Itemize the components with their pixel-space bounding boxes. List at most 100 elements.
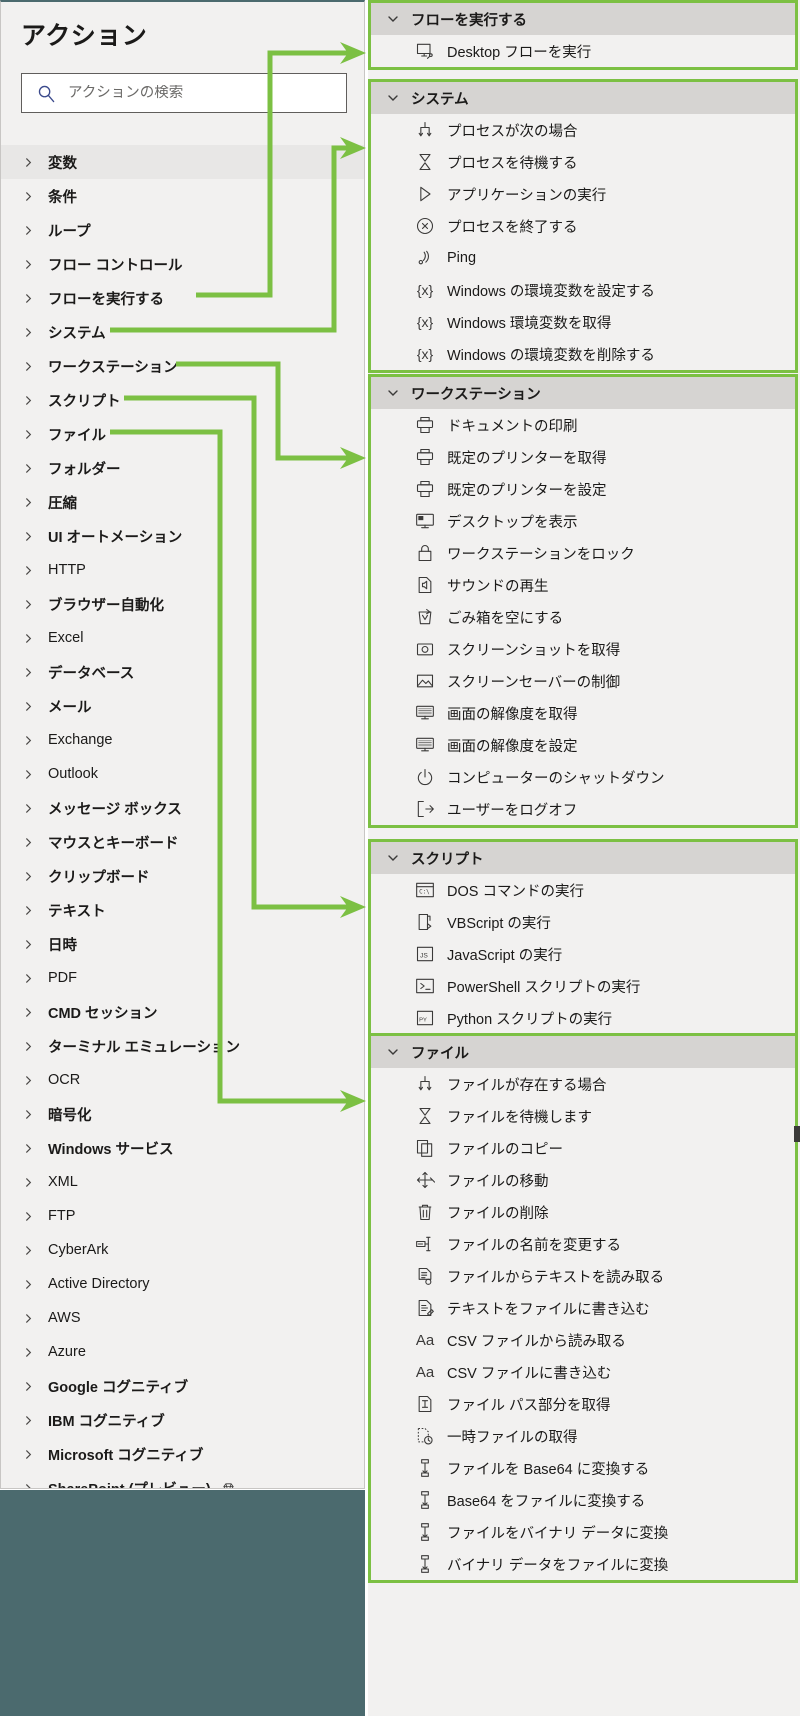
sidebar-item-29[interactable]: Windows サービス (1, 1131, 364, 1165)
sidebar-item-37[interactable]: IBM コグニティブ (1, 1403, 364, 1437)
sidebar-item-39[interactable]: SharePoint (プレビュー) (1, 1471, 364, 1488)
sidebar-item-34[interactable]: AWS (1, 1301, 364, 1335)
sidebar-item-label: ブラウザー自動化 (48, 597, 164, 614)
action-item[interactable]: ファイルを Base64 に変換する (371, 1452, 795, 1484)
action-item[interactable]: Ping (371, 242, 795, 274)
sidebar-item-12[interactable]: HTTP (1, 553, 364, 587)
sidebar-item-35[interactable]: Azure (1, 1335, 364, 1369)
sidebar-item-23[interactable]: 日時 (1, 927, 364, 961)
action-item[interactable]: ワークステーションをロック (371, 537, 795, 569)
sidebar-item-26[interactable]: ターミナル エミュレーション (1, 1029, 364, 1063)
action-item[interactable]: {x} Windows の環境変数を設定する (371, 274, 795, 306)
sidebar-item-19[interactable]: メッセージ ボックス (1, 791, 364, 825)
sidebar-item-18[interactable]: Outlook (1, 757, 364, 791)
sidebar-item-20[interactable]: マウスとキーボード (1, 825, 364, 859)
sidebar-item-4[interactable]: フローを実行する (1, 281, 364, 315)
sidebar-item-25[interactable]: CMD セッション (1, 995, 364, 1029)
group-header-1[interactable]: システム (371, 82, 795, 114)
action-item[interactable]: ファイルの名前を変更する (371, 1228, 795, 1260)
js-icon: JS (416, 946, 434, 962)
search-box[interactable] (21, 73, 347, 113)
action-item[interactable]: プロセスを待機する (371, 146, 795, 178)
group-header-0[interactable]: フローを実行する (371, 3, 795, 35)
action-item[interactable]: 既定のプリンターを取得 (371, 441, 795, 473)
sidebar-item-30[interactable]: XML (1, 1165, 364, 1199)
action-item[interactable]: JS JavaScript の実行 (371, 938, 795, 970)
sidebar-item-9[interactable]: フォルダー (1, 451, 364, 485)
action-item[interactable]: Desktop フローを実行 (371, 35, 795, 67)
sidebar-item-6[interactable]: ワークステーション (1, 349, 364, 383)
panel-scrollbar[interactable] (794, 1126, 800, 1142)
sidebar-item-10[interactable]: 圧縮 (1, 485, 364, 519)
action-item[interactable]: ファイルのコピー (371, 1132, 795, 1164)
action-item[interactable]: {x} Windows の環境変数を削除する (371, 338, 795, 370)
action-item[interactable]: Aa CSV ファイルに書き込む (371, 1356, 795, 1388)
sidebar-item-22[interactable]: テキスト (1, 893, 364, 927)
chevron-right-icon (26, 769, 32, 779)
sidebar-item-15[interactable]: データベース (1, 655, 364, 689)
sidebar-item-7[interactable]: スクリプト (1, 383, 364, 417)
action-item[interactable]: ファイルの移動 (371, 1164, 795, 1196)
action-item[interactable]: PY Python スクリプトの実行 (371, 1002, 795, 1034)
sidebar-item-14[interactable]: Excel (1, 621, 364, 655)
svg-text:PY: PY (419, 1017, 427, 1023)
action-item[interactable]: テキストをファイルに書き込む (371, 1292, 795, 1324)
action-item[interactable]: ドキュメントの印刷 (371, 409, 795, 441)
sidebar-item-21[interactable]: クリップボード (1, 859, 364, 893)
sidebar-item-31[interactable]: FTP (1, 1199, 364, 1233)
action-item[interactable]: プロセスが次の場合 (371, 114, 795, 146)
group-header-3[interactable]: スクリプト (371, 842, 795, 874)
action-item[interactable]: ファイルをバイナリ データに変換 (371, 1516, 795, 1548)
sidebar-item-8[interactable]: ファイル (1, 417, 364, 451)
sidebar-item-2[interactable]: ループ (1, 213, 364, 247)
search-input[interactable] (68, 85, 318, 101)
action-item[interactable]: アプリケーションの実行 (371, 178, 795, 210)
sidebar-item-3[interactable]: フロー コントロール (1, 247, 364, 281)
action-item[interactable]: 一時ファイルの取得 (371, 1420, 795, 1452)
action-item[interactable]: 既定のプリンターを設定 (371, 473, 795, 505)
sidebar-item-0[interactable]: 変数 (1, 145, 364, 179)
action-item[interactable]: C:\ DOS コマンドの実行 (371, 874, 795, 906)
sidebar-item-28[interactable]: 暗号化 (1, 1097, 364, 1131)
action-label: DOS コマンドの実行 (447, 883, 584, 900)
action-item[interactable]: ファイルが存在する場合 (371, 1068, 795, 1100)
action-item[interactable]: 画面の解像度を取得 (371, 697, 795, 729)
action-item[interactable]: ファイル パス部分を取得 (371, 1388, 795, 1420)
sidebar-item-38[interactable]: Microsoft コグニティブ (1, 1437, 364, 1471)
sidebar-item-17[interactable]: Exchange (1, 723, 364, 757)
action-item[interactable]: ユーザーをログオフ (371, 793, 795, 825)
action-item[interactable]: プロセスを終了する (371, 210, 795, 242)
action-item[interactable]: バイナリ データをファイルに変換 (371, 1548, 795, 1580)
sidebar-item-24[interactable]: PDF (1, 961, 364, 995)
action-item[interactable]: スクリーンセーバーの制御 (371, 665, 795, 697)
group-header-2[interactable]: ワークステーション (371, 377, 795, 409)
action-label: テキストをファイルに書き込む (447, 1301, 650, 1318)
sidebar-item-32[interactable]: CyberArk (1, 1233, 364, 1267)
action-item[interactable]: ファイルを待機します (371, 1100, 795, 1132)
chevron-right-icon (26, 803, 32, 813)
action-item[interactable]: コンピューターのシャットダウン (371, 761, 795, 793)
sidebar-item-16[interactable]: メール (1, 689, 364, 723)
sidebar-item-13[interactable]: ブラウザー自動化 (1, 587, 364, 621)
action-item[interactable]: ファイルからテキストを読み取る (371, 1260, 795, 1292)
sidebar-item-33[interactable]: Active Directory (1, 1267, 364, 1301)
action-item[interactable]: サウンドの再生 (371, 569, 795, 601)
sidebar-item-1[interactable]: 条件 (1, 179, 364, 213)
action-item[interactable]: Aa CSV ファイルから読み取る (371, 1324, 795, 1356)
action-item[interactable]: スクリーンショットを取得 (371, 633, 795, 665)
action-item[interactable]: Base64 をファイルに変換する (371, 1484, 795, 1516)
action-item[interactable]: {x} Windows 環境変数を取得 (371, 306, 795, 338)
action-item[interactable]: 画面の解像度を設定 (371, 729, 795, 761)
chevron-right-icon (26, 1313, 32, 1323)
action-item[interactable]: VBScript の実行 (371, 906, 795, 938)
sidebar-item-5[interactable]: システム (1, 315, 364, 349)
sidebar-item-36[interactable]: Google コグニティブ (1, 1369, 364, 1403)
action-item[interactable]: ごみ箱を空にする (371, 601, 795, 633)
action-item[interactable]: デスクトップを表示 (371, 505, 795, 537)
sidebar-item-27[interactable]: OCR (1, 1063, 364, 1097)
group-header-4[interactable]: ファイル (371, 1036, 795, 1068)
action-item[interactable]: ファイルの削除 (371, 1196, 795, 1228)
action-item[interactable]: PowerShell スクリプトの実行 (371, 970, 795, 1002)
sidebar-item-11[interactable]: UI オートメーション (1, 519, 364, 553)
sidebar-item-label: ワークステーション (48, 359, 178, 376)
